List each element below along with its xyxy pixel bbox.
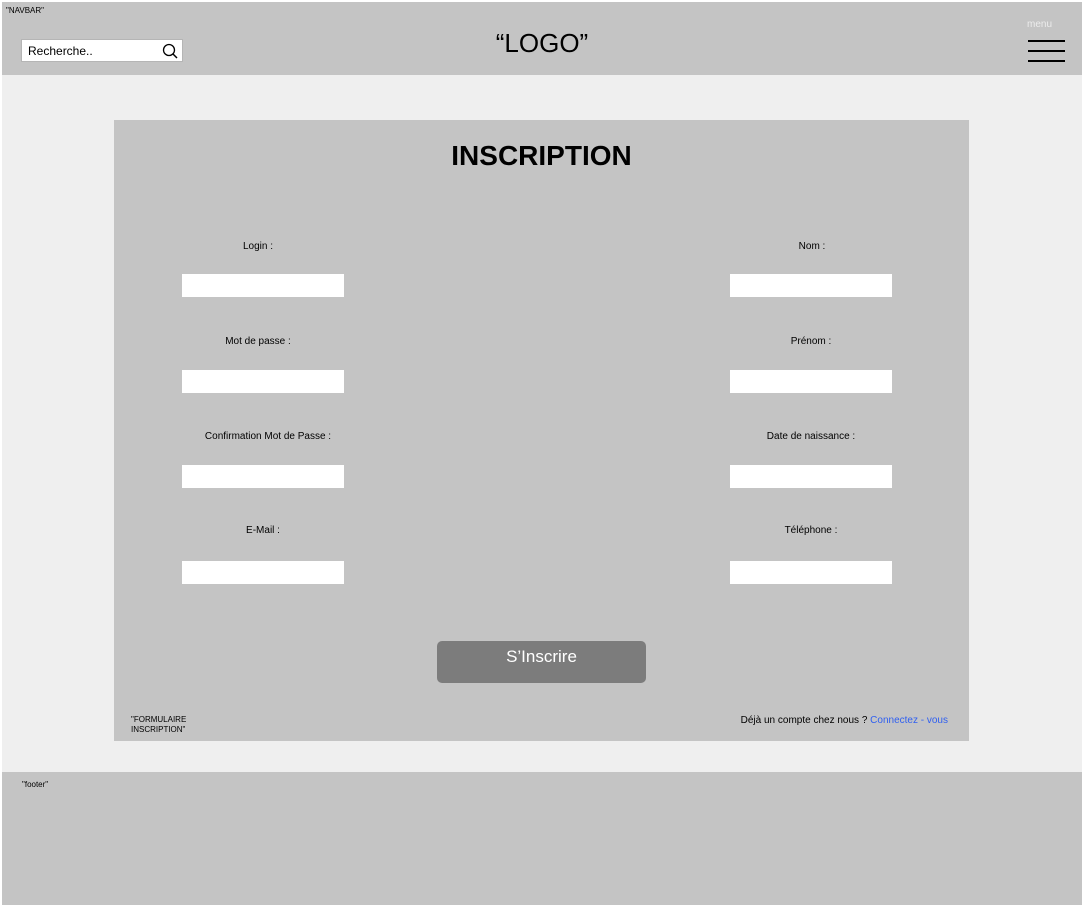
login-label: Login : xyxy=(242,241,274,252)
login-prompt-text: Déjà un compte chez nous ? xyxy=(740,715,868,726)
firstname-field[interactable] xyxy=(730,370,892,393)
phone-label: Téléphone : xyxy=(784,525,838,536)
registration-form: INSCRIPTION Login : Mot de passe : Confi… xyxy=(114,120,969,741)
navbar: "NAVBAR" “LOGO” menu xyxy=(2,2,1082,75)
login-field[interactable] xyxy=(182,274,344,297)
email-label: E-Mail : xyxy=(246,525,280,536)
password-confirm-field[interactable] xyxy=(182,465,344,488)
password-label: Mot de passe : xyxy=(225,336,291,347)
password-field[interactable] xyxy=(182,370,344,393)
navbar-annotation: "NAVBAR" xyxy=(6,6,44,15)
register-button[interactable]: S’Inscrire xyxy=(437,641,646,683)
logo[interactable]: “LOGO” xyxy=(2,28,1082,59)
login-link[interactable]: Connectez - vous xyxy=(870,715,948,726)
hamburger-icon[interactable] xyxy=(1028,40,1065,62)
birthdate-field[interactable] xyxy=(730,465,892,488)
menu-label: menu xyxy=(1026,19,1052,30)
footer: "footer" xyxy=(2,772,1082,905)
form-annotation: "FORMULAIRE INSCRIPTION" xyxy=(131,715,211,735)
lastname-field[interactable] xyxy=(730,274,892,297)
login-prompt: Déjà un compte chez nous ? Connectez - v… xyxy=(741,715,948,726)
phone-field[interactable] xyxy=(730,561,892,584)
form-annotation-line2: INSCRIPTION" xyxy=(131,725,186,734)
form-annotation-line1: "FORMULAIRE xyxy=(131,715,187,724)
footer-annotation: "footer" xyxy=(22,780,49,789)
email-field[interactable] xyxy=(182,561,344,584)
form-title: INSCRIPTION xyxy=(451,140,632,171)
birthdate-label: Date de naissance : xyxy=(766,431,856,442)
password-confirm-label: Confirmation Mot de Passe : xyxy=(204,431,332,442)
lastname-label: Nom : xyxy=(798,241,826,252)
firstname-label: Prénom : xyxy=(790,336,832,347)
